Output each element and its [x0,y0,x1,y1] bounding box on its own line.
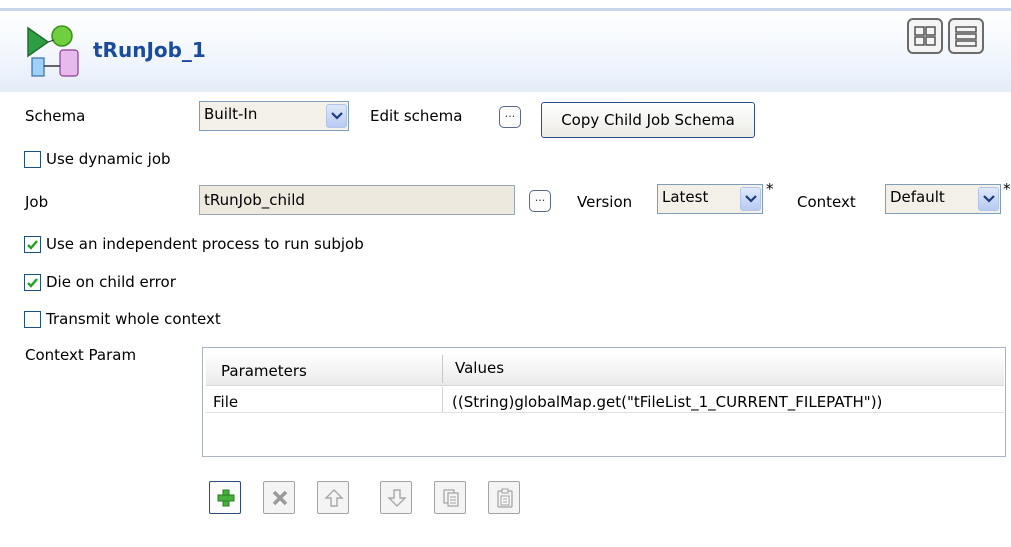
context-select[interactable]: Default [885,184,1001,214]
add-icon [217,489,235,507]
use-dynamic-job-checkbox[interactable] [24,151,41,168]
move-down-icon [387,489,407,507]
job-label: Job [25,193,49,211]
use-dynamic-job-label: Use dynamic job [46,150,171,168]
chevron-down-icon[interactable] [978,187,999,211]
chevron-down-icon[interactable] [326,104,347,128]
independent-process-checkbox[interactable] [24,236,41,253]
version-select[interactable]: Latest [657,184,763,214]
run-job-component-icon [24,22,82,80]
delete-row-button[interactable] [263,481,295,514]
row-divider [206,412,1004,413]
add-row-button[interactable] [209,481,241,514]
version-required-marker: * [766,180,774,198]
transmit-whole-context-checkbox[interactable] [24,311,41,328]
independent-process-label: Use an independent process to run subjob [46,235,364,253]
move-down-button[interactable] [380,481,412,514]
context-label: Context [797,193,856,211]
context-select-value: Default [890,188,945,206]
schema-select[interactable]: Built-In [199,101,349,131]
value-cell[interactable]: ((String)globalMap.get("tFileList_1_CURR… [452,393,882,411]
list-view-button[interactable] [948,18,984,54]
context-required-marker: * [1003,180,1011,198]
checkmark-icon [27,278,38,288]
schema-label: Schema [25,107,86,125]
edit-schema-label: Edit schema [370,107,463,125]
column-header-values[interactable]: Values [455,359,504,377]
move-up-icon [324,489,344,507]
paste-icon [497,488,513,508]
table-header [206,353,1004,386]
version-select-value: Latest [662,188,709,206]
die-on-child-error-checkbox[interactable] [24,274,41,291]
grid-view-icon [914,26,936,46]
checkmark-icon [27,240,38,250]
context-param-label: Context Param [25,346,137,364]
delete-icon [272,490,288,506]
copy-row-button[interactable] [434,481,466,514]
component-title: tRunJob_1 [93,38,206,62]
list-view-icon [955,26,977,47]
job-field-value: tRunJob_child [204,191,305,209]
copy-child-job-schema-button[interactable]: Copy Child Job Schema [541,102,755,138]
paste-row-button[interactable] [488,481,520,514]
column-divider[interactable] [442,355,443,383]
edit-schema-button[interactable]: ... [499,106,521,128]
transmit-whole-context-label: Transmit whole context [46,310,221,328]
column-header-parameters[interactable]: Parameters [221,362,307,380]
chevron-down-icon[interactable] [740,187,761,211]
move-up-button[interactable] [317,481,349,514]
die-on-child-error-label: Die on child error [46,273,176,291]
parameter-cell[interactable]: File [213,393,238,411]
version-label: Version [577,193,633,211]
job-field[interactable]: tRunJob_child [199,185,515,215]
grid-view-button[interactable] [907,18,943,54]
schema-select-value: Built-In [204,105,258,123]
browse-job-button[interactable]: ... [529,190,551,212]
copy-icon [443,489,459,507]
